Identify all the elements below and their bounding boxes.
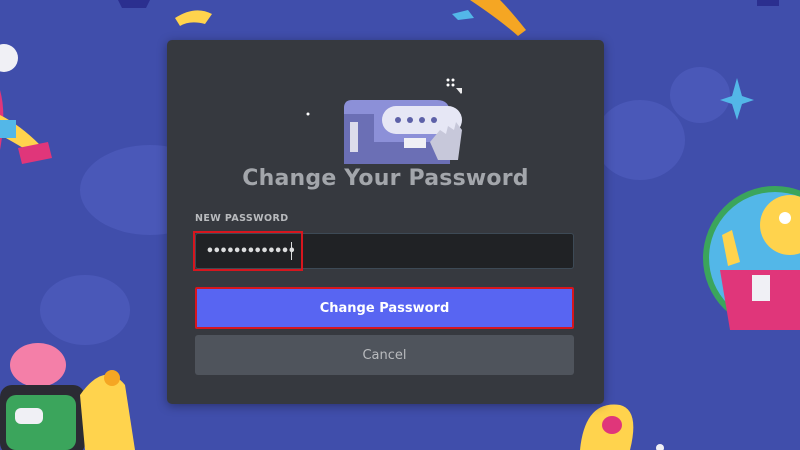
text-caret: [291, 242, 292, 260]
shape-decoration: [757, 0, 779, 6]
pizza-icon: [470, 0, 526, 36]
cancel-button[interactable]: Cancel: [195, 335, 574, 375]
character-bottom-left-icon: [0, 343, 135, 450]
fish-icon: [452, 10, 474, 20]
cloud-shape: [670, 67, 730, 123]
new-password-input[interactable]: [195, 233, 574, 269]
shape-decoration: [118, 0, 150, 8]
cloud-shape: [595, 100, 685, 180]
cloud-shape: [40, 275, 130, 345]
new-password-label: NEW PASSWORD: [195, 213, 289, 224]
change-password-button[interactable]: Change Password: [195, 287, 574, 329]
character-right-icon: [703, 186, 800, 330]
change-password-dialog: Change Your Password NEW PASSWORD Change…: [167, 40, 604, 404]
character-left-icon: [0, 44, 52, 164]
character-bottom-right-icon: [580, 404, 664, 450]
dialog-title: Change Your Password: [242, 166, 529, 191]
bird-icon: [175, 10, 212, 26]
